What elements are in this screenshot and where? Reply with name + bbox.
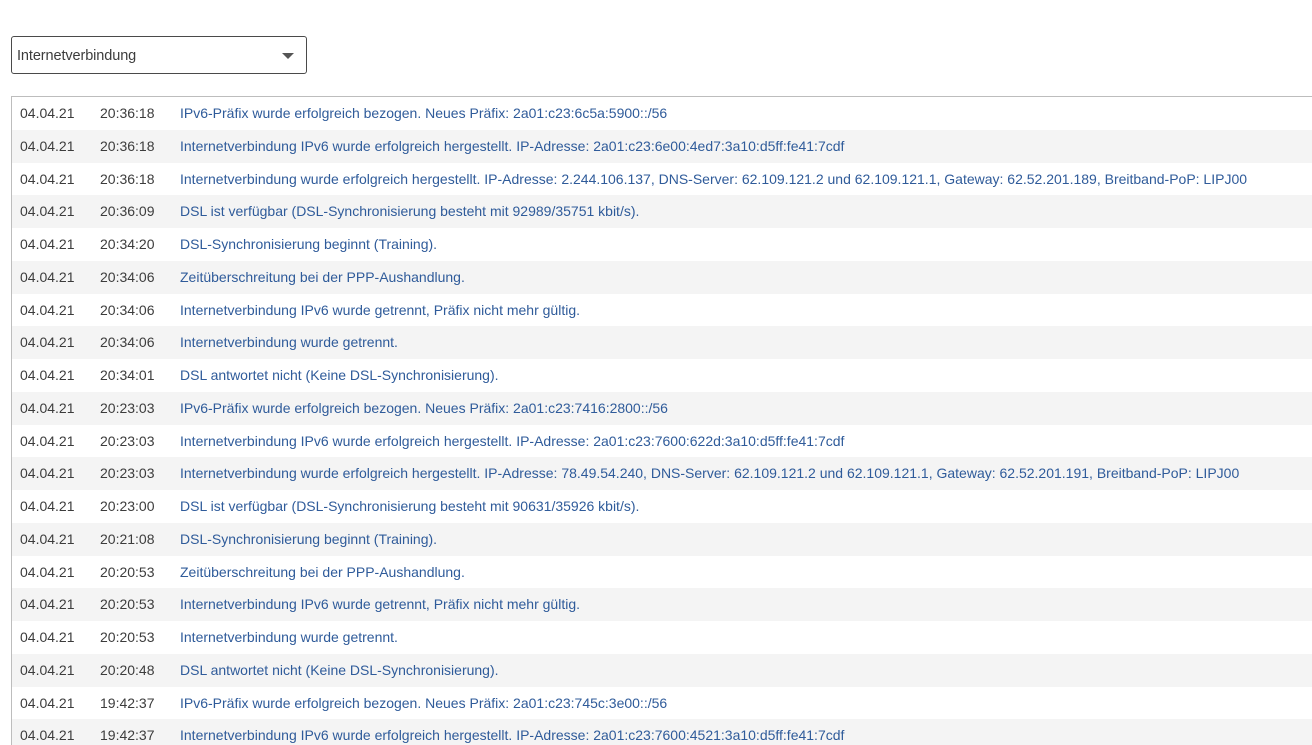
log-date: 04.04.21 <box>20 170 75 187</box>
log-time: 20:34:20 <box>100 236 155 252</box>
log-time: 20:34:01 <box>100 367 155 383</box>
log-message-link[interactable]: IPv6-Präfix wurde erfolgreich bezogen. N… <box>180 695 667 712</box>
log-time: 20:20:48 <box>100 661 155 678</box>
table-row: 04.04.21 20:34:01 DSL antwortet nicht (K… <box>12 359 1312 392</box>
log-date: 04.04.21 <box>20 694 75 711</box>
log-time: 20:36:09 <box>100 203 155 220</box>
table-row: 04.04.21 20:34:06 Internetverbindung IPv… <box>12 294 1312 327</box>
table-row: 04.04.21 20:23:00 DSL ist verfügbar (DSL… <box>12 490 1312 523</box>
log-message-link[interactable]: Internetverbindung IPv6 wurde erfolgreic… <box>180 727 844 744</box>
log-date: 04.04.21 <box>20 596 75 613</box>
table-row: 04.04.21 20:36:18 Internetverbindung IPv… <box>12 129 1312 163</box>
log-message-link[interactable]: DSL antwortet nicht (Keine DSL-Synchroni… <box>180 367 499 384</box>
table-row: 04.04.21 20:34:06 Internetverbindung wur… <box>12 326 1312 359</box>
log-date: 04.04.21 <box>20 268 75 285</box>
log-time: 20:23:00 <box>100 498 155 514</box>
log-date: 04.04.21 <box>20 530 75 547</box>
log-time: 20:23:03 <box>100 432 155 449</box>
log-time: 20:20:53 <box>100 596 155 613</box>
table-row: 04.04.21 20:23:03 Internetverbindung wur… <box>12 457 1312 490</box>
log-message-link[interactable]: Zeitüberschreitung bei der PPP-Aushandlu… <box>180 269 465 286</box>
table-row: 04.04.21 20:23:03 IPv6-Präfix wurde erfo… <box>12 391 1312 425</box>
chevron-down-icon[interactable] <box>282 53 294 59</box>
log-time: 19:42:37 <box>100 727 155 744</box>
table-row: 04.04.21 20:20:48 DSL antwortet nicht (K… <box>12 653 1312 687</box>
log-date: 04.04.21 <box>20 629 75 645</box>
log-time: 20:21:08 <box>100 530 155 547</box>
table-row: 04.04.21 20:36:18 IPv6-Präfix wurde erfo… <box>12 97 1312 130</box>
log-date: 04.04.21 <box>20 661 75 678</box>
log-date: 04.04.21 <box>20 334 75 351</box>
table-row: 04.04.21 20:36:09 DSL ist verfügbar (DSL… <box>12 195 1312 228</box>
log-message-link[interactable]: DSL ist verfügbar (DSL-Synchronisierung … <box>180 498 639 515</box>
log-message-link[interactable]: Internetverbindung wurde getrennt. <box>180 334 398 351</box>
log-time: 20:34:06 <box>100 334 155 351</box>
log-time: 20:34:06 <box>100 301 155 318</box>
table-row: 04.04.21 20:34:20 DSL-Synchronisierung b… <box>12 228 1312 261</box>
log-time: 20:20:53 <box>100 629 155 645</box>
log-time: 20:36:18 <box>100 105 155 121</box>
log-date: 04.04.21 <box>20 432 75 449</box>
table-row: 04.04.21 20:23:03 Internetverbindung IPv… <box>12 425 1312 458</box>
table-row: 04.04.21 20:20:53 Zeitüberschreitung bei… <box>12 556 1312 589</box>
log-time: 20:23:03 <box>100 399 155 416</box>
log-time: 19:42:37 <box>100 694 155 711</box>
event-log-table: 04.04.21 20:36:18 IPv6-Präfix wurde erfo… <box>11 96 1312 745</box>
log-date: 04.04.21 <box>20 465 75 482</box>
log-filter-dropdown[interactable]: Internetverbindung <box>11 36 307 74</box>
log-date: 04.04.21 <box>20 399 75 416</box>
log-message-link[interactable]: IPv6-Präfix wurde erfolgreich bezogen. N… <box>180 105 667 122</box>
log-message-link[interactable]: DSL-Synchronisierung beginnt (Training). <box>180 236 437 253</box>
log-date: 04.04.21 <box>20 563 75 580</box>
table-row: 04.04.21 20:20:53 Internetverbindung IPv… <box>12 588 1312 621</box>
table-row: 04.04.21 20:36:18 Internetverbindung wur… <box>12 163 1312 196</box>
log-date: 04.04.21 <box>20 367 75 383</box>
log-date: 04.04.21 <box>20 727 75 744</box>
log-date: 04.04.21 <box>20 105 75 121</box>
log-date: 04.04.21 <box>20 236 75 252</box>
log-date: 04.04.21 <box>20 203 75 220</box>
log-filter-selected-value: Internetverbindung <box>17 48 137 64</box>
table-row: 04.04.21 20:34:06 Zeitüberschreitung bei… <box>12 260 1312 294</box>
log-message-link[interactable]: Internetverbindung IPv6 wurde erfolgreic… <box>180 138 844 155</box>
log-message-link[interactable]: DSL-Synchronisierung beginnt (Training). <box>180 531 437 548</box>
log-message-link[interactable]: Internetverbindung wurde erfolgreich her… <box>180 171 1247 188</box>
log-date: 04.04.21 <box>20 301 75 318</box>
log-message-link[interactable]: Internetverbindung wurde erfolgreich her… <box>180 465 1239 482</box>
log-message-link[interactable]: IPv6-Präfix wurde erfolgreich bezogen. N… <box>180 400 668 417</box>
log-date: 04.04.21 <box>20 498 75 514</box>
log-date: 04.04.21 <box>20 137 75 154</box>
log-time: 20:20:53 <box>100 563 155 580</box>
log-message-link[interactable]: Internetverbindung IPv6 wurde getrennt, … <box>180 302 580 319</box>
log-time: 20:23:03 <box>100 465 155 482</box>
table-row: 04.04.21 19:42:37 Internetverbindung IPv… <box>12 719 1312 745</box>
table-row: 04.04.21 19:42:37 IPv6-Präfix wurde erfo… <box>12 687 1312 720</box>
log-message-link[interactable]: DSL antwortet nicht (Keine DSL-Synchroni… <box>180 662 499 679</box>
event-log-page: Internetverbindung 04.04.21 20:36:18 IPv… <box>0 0 1312 745</box>
log-time: 20:34:06 <box>100 268 155 285</box>
log-time: 20:36:18 <box>100 170 155 187</box>
table-row: 04.04.21 20:21:08 DSL-Synchronisierung b… <box>12 522 1312 556</box>
log-message-link[interactable]: Zeitüberschreitung bei der PPP-Aushandlu… <box>180 564 465 581</box>
log-message-link[interactable]: Internetverbindung wurde getrennt. <box>180 629 398 646</box>
log-message-link[interactable]: DSL ist verfügbar (DSL-Synchronisierung … <box>180 203 639 220</box>
table-row: 04.04.21 20:20:53 Internetverbindung wur… <box>12 621 1312 654</box>
log-time: 20:36:18 <box>100 137 155 154</box>
log-message-link[interactable]: Internetverbindung IPv6 wurde getrennt, … <box>180 596 580 613</box>
log-message-link[interactable]: Internetverbindung IPv6 wurde erfolgreic… <box>180 433 844 450</box>
